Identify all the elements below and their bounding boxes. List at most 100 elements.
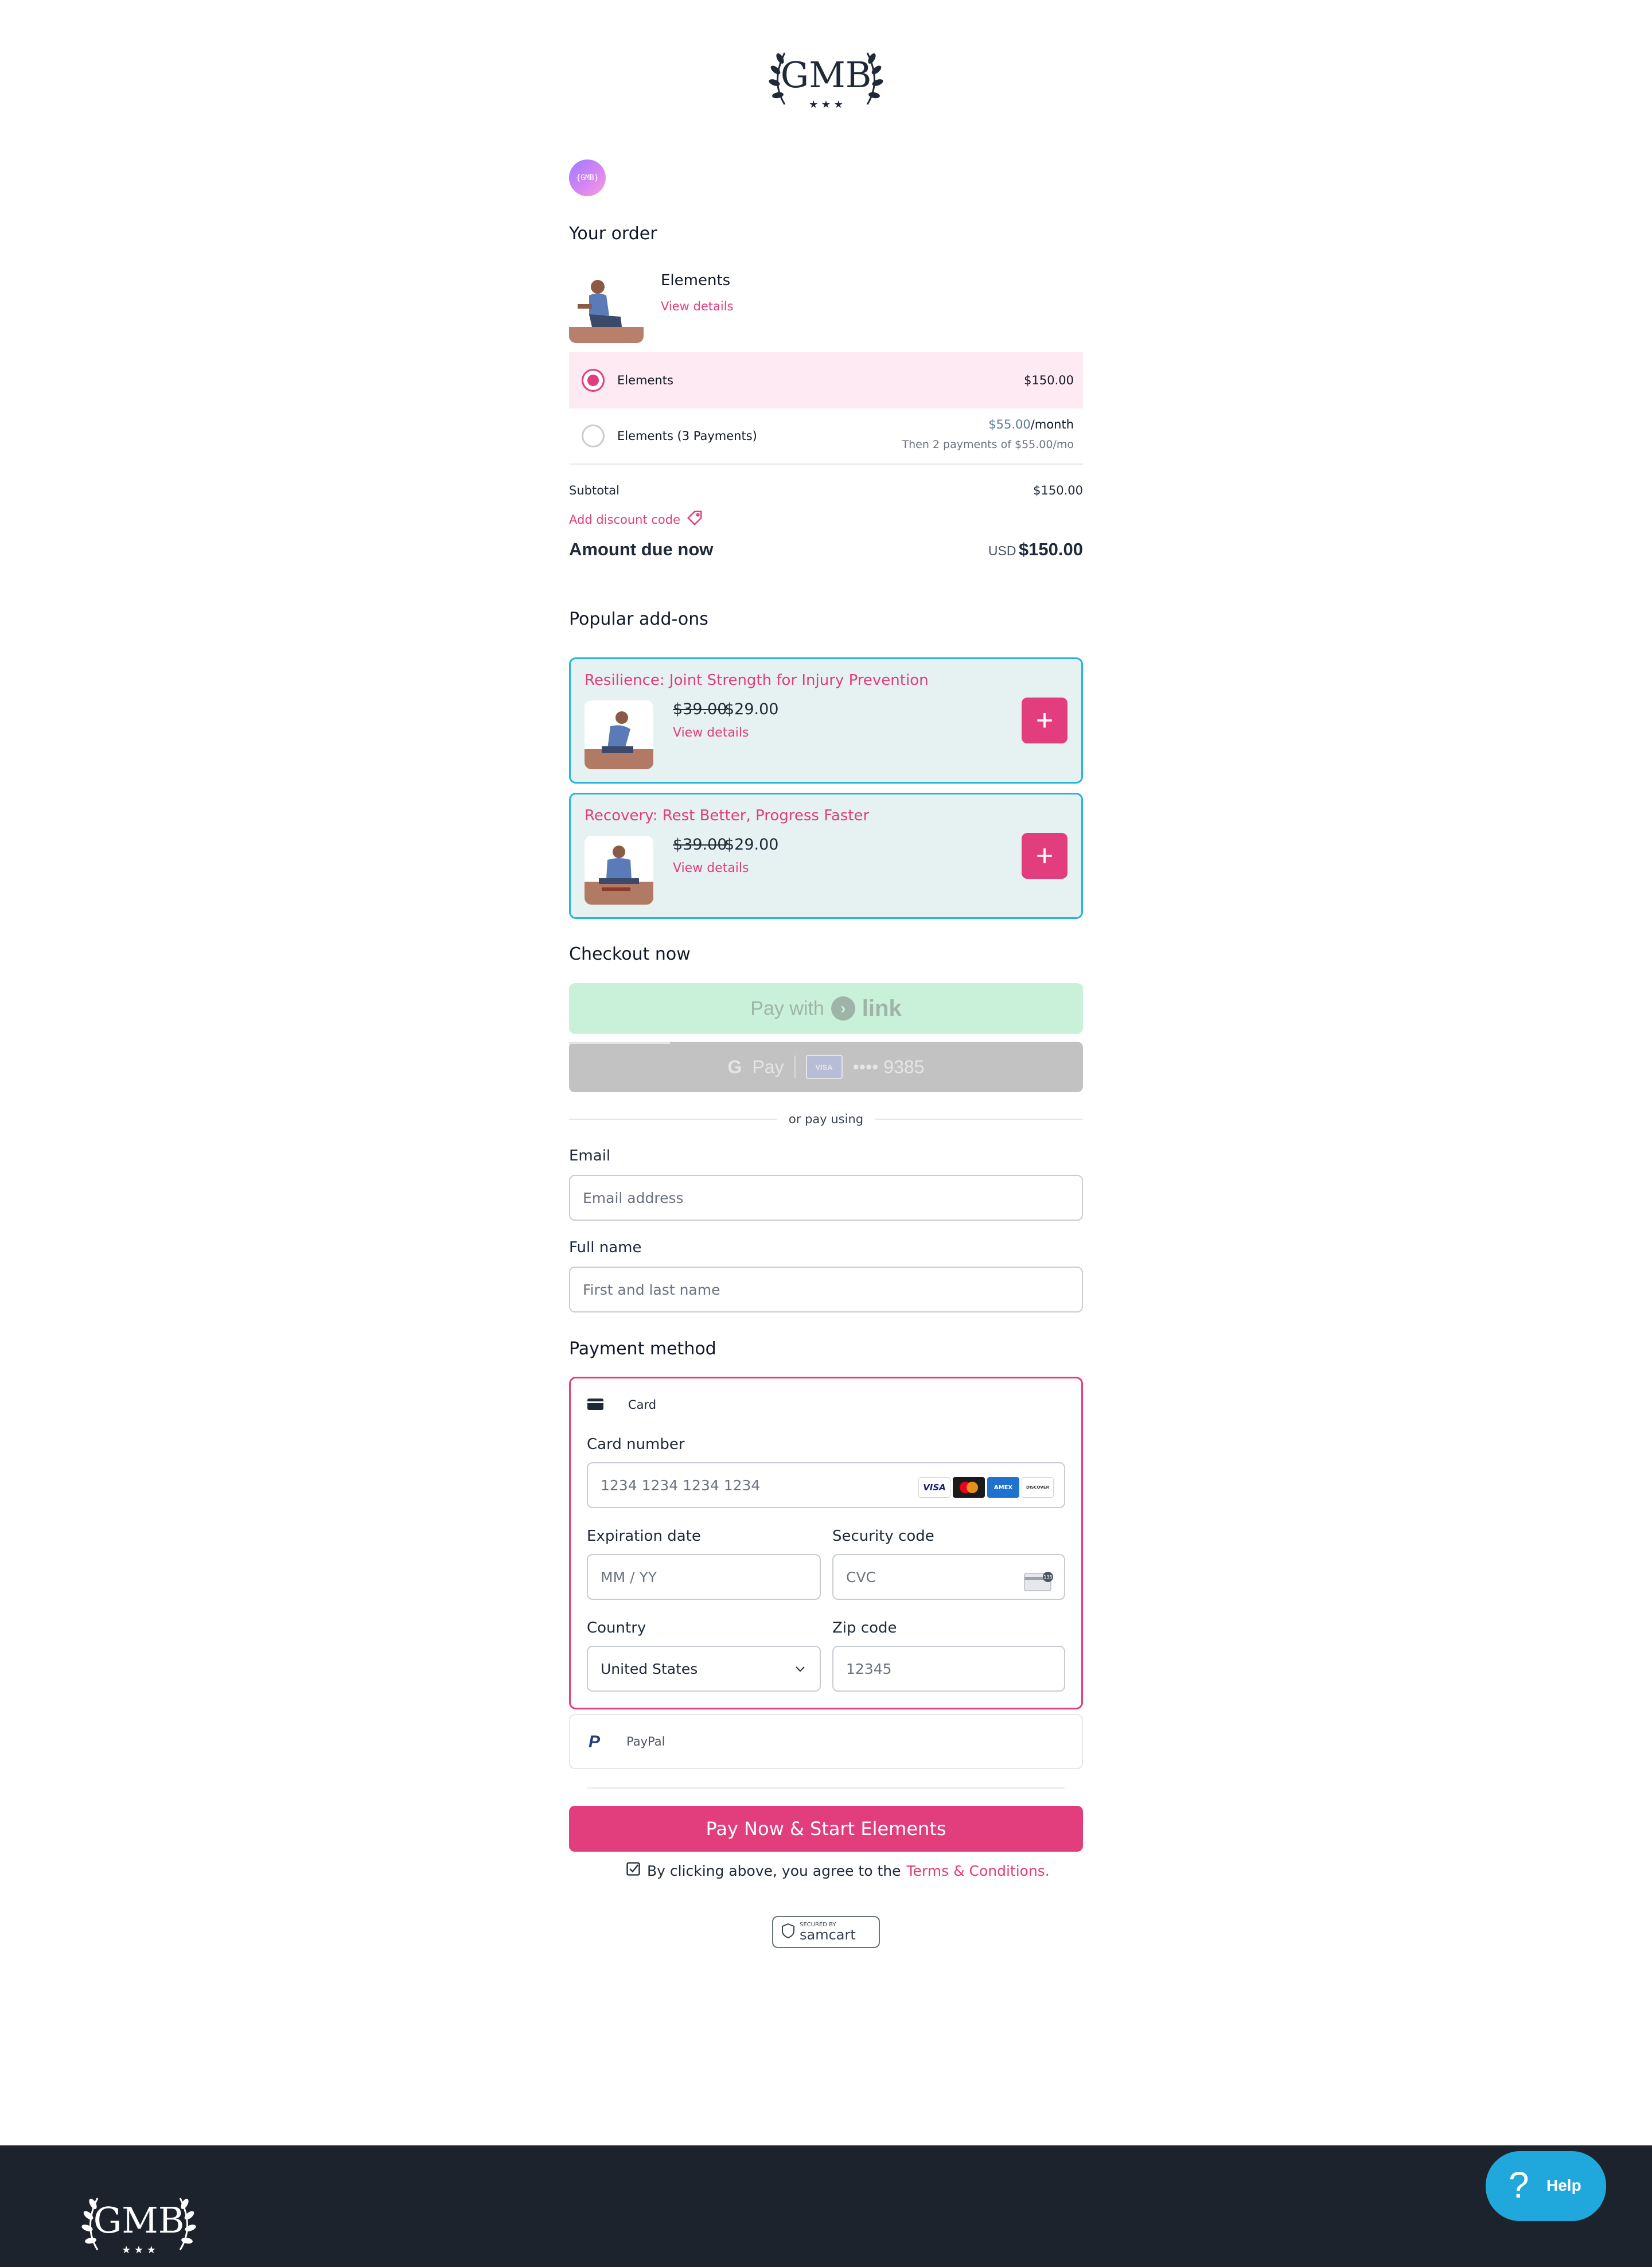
help-label: Help bbox=[1546, 2176, 1581, 2194]
option-price: $150.00 bbox=[1024, 373, 1074, 387]
card-number-label: Card number bbox=[587, 1436, 685, 1453]
loading-bar bbox=[569, 1042, 670, 1044]
or-pay-using-divider: or pay using bbox=[569, 1111, 1083, 1128]
full-name-input[interactable] bbox=[569, 1267, 1083, 1312]
mastercard-icon bbox=[953, 1477, 985, 1498]
zip-label: Zip code bbox=[832, 1619, 897, 1637]
checkbox-icon[interactable] bbox=[625, 1861, 641, 1880]
help-button[interactable]: ? Help bbox=[1486, 2151, 1606, 2221]
discount-label: Add discount code bbox=[569, 512, 681, 527]
payment-heading: Payment method bbox=[569, 1339, 716, 1359]
addon-title: Recovery: Rest Better, Progress Faster bbox=[585, 807, 870, 824]
add-discount-code[interactable]: Add discount code bbox=[569, 509, 703, 529]
subtotal-label: Subtotal bbox=[569, 484, 620, 497]
divider bbox=[587, 1787, 1065, 1789]
email-label: Email bbox=[569, 1147, 611, 1164]
svg-text:★ ★ ★: ★ ★ ★ bbox=[809, 99, 843, 111]
view-details-link[interactable]: View details bbox=[661, 299, 733, 313]
option-elements[interactable]: Elements $150.00 bbox=[569, 352, 1083, 408]
footer: GMB ★ ★ ★ bbox=[0, 2145, 1652, 2267]
currency-label: USD bbox=[988, 543, 1016, 558]
product-name: Elements bbox=[661, 272, 731, 289]
order-heading: Your order bbox=[569, 224, 657, 244]
option-label: Elements (3 Payments) bbox=[617, 429, 757, 443]
addon-view-details[interactable]: View details bbox=[673, 861, 749, 875]
full-name-label: Full name bbox=[569, 1239, 642, 1256]
footer-logo[interactable]: GMB ★ ★ ★ bbox=[80, 2187, 197, 2264]
visa-icon: VISA bbox=[918, 1477, 950, 1498]
option-price-amount: $55.00 bbox=[988, 418, 1031, 431]
svg-text:GMB: GMB bbox=[93, 2199, 185, 2241]
cvc-label: Security code bbox=[832, 1528, 934, 1545]
addons-heading: Popular add-ons bbox=[569, 609, 708, 629]
shield-icon bbox=[781, 1923, 795, 1941]
svg-text:★ ★ ★: ★ ★ ★ bbox=[122, 2244, 156, 2256]
link-prefix: Pay with bbox=[750, 997, 824, 1019]
radio-selected[interactable] bbox=[582, 369, 605, 392]
card-last-digits: •••• 9385 bbox=[852, 1056, 925, 1077]
radio-unselected[interactable] bbox=[582, 424, 605, 447]
option-sub: Then 2 payments of $55.00/mo bbox=[902, 438, 1074, 451]
gmb-logo[interactable]: GMB ★ ★ ★ bbox=[767, 41, 885, 116]
secured-by-samcart-badge: SECURED BY samcart bbox=[772, 1916, 880, 1948]
google-g-icon: G bbox=[727, 1056, 742, 1077]
product-image bbox=[569, 270, 644, 343]
country-value: United States bbox=[601, 1660, 698, 1677]
expiry-label: Expiration date bbox=[587, 1528, 701, 1545]
visa-card-icon: VISA bbox=[805, 1055, 843, 1079]
addon-image bbox=[585, 700, 653, 769]
terms-link[interactable]: Terms & Conditions. bbox=[907, 1863, 1050, 1879]
divider-bar bbox=[794, 1055, 796, 1078]
country-select[interactable]: United States bbox=[587, 1646, 821, 1692]
option-label: Elements bbox=[617, 373, 673, 387]
cvc-card-icon: 135 bbox=[1024, 1571, 1054, 1594]
amount-due-label: Amount due now bbox=[569, 539, 714, 559]
paypal-label: PayPal bbox=[626, 1735, 665, 1748]
addon-view-details[interactable]: View details bbox=[673, 726, 749, 740]
addon-image bbox=[585, 836, 653, 905]
card-payment-panel[interactable]: Card Card number VISA AMEX DISCOVER Expi… bbox=[569, 1377, 1083, 1709]
paypal-icon: P bbox=[589, 1732, 601, 1751]
card-icon bbox=[587, 1398, 604, 1413]
checkout-heading: Checkout now bbox=[569, 944, 691, 964]
addon-was-price: $39.00 bbox=[673, 700, 727, 718]
zip-input[interactable] bbox=[832, 1646, 1065, 1692]
discover-icon: DISCOVER bbox=[1022, 1477, 1054, 1498]
addon-title: Resilience: Joint Strength for Injury Pr… bbox=[585, 672, 929, 689]
terms-agreement: By clicking above, you agree to the Term… bbox=[625, 1861, 1050, 1880]
subtotal-value: $150.00 bbox=[1033, 484, 1083, 497]
agree-text: By clicking above, you agree to the bbox=[647, 1862, 901, 1879]
link-word: link bbox=[862, 995, 902, 1021]
amount-due: USD $150.00 bbox=[860, 539, 1083, 560]
option-price-period: /month bbox=[1030, 418, 1074, 431]
chevron-down-icon bbox=[793, 1662, 807, 1679]
email-input[interactable] bbox=[569, 1175, 1083, 1221]
add-addon-button[interactable]: + bbox=[1022, 833, 1067, 879]
svg-text:135: 135 bbox=[1043, 1575, 1052, 1580]
card-brand-icons: VISA AMEX DISCOVER bbox=[918, 1477, 1054, 1498]
gpay-label: Pay bbox=[752, 1056, 784, 1077]
card-tab-label: Card bbox=[628, 1398, 657, 1412]
addon-was-price: $39.00 bbox=[673, 836, 727, 854]
brand-avatar: {GMB} bbox=[569, 159, 606, 196]
option-elements-3-payments[interactable]: Elements (3 Payments) $55.00/month Then … bbox=[569, 408, 1083, 465]
badge-brand: samcart bbox=[800, 1927, 856, 1943]
amex-icon: AMEX bbox=[987, 1477, 1019, 1498]
amount-due-value: $150.00 bbox=[1018, 539, 1083, 559]
link-arrow-icon: › bbox=[831, 996, 855, 1020]
add-addon-button[interactable]: + bbox=[1022, 698, 1067, 743]
tag-icon bbox=[686, 509, 703, 529]
pay-with-link-button[interactable]: Pay with › link bbox=[569, 983, 1083, 1034]
google-pay-button[interactable]: G Pay VISA •••• 9385 bbox=[569, 1042, 1083, 1092]
expiry-input[interactable] bbox=[587, 1554, 821, 1600]
divider-text: or pay using bbox=[788, 1112, 864, 1126]
addon-card: Resilience: Joint Strength for Injury Pr… bbox=[569, 657, 1083, 784]
pay-now-button[interactable]: Pay Now & Start Elements bbox=[569, 1806, 1083, 1852]
addon-price: $29.00 bbox=[724, 836, 779, 854]
option-price: $55.00/month bbox=[988, 418, 1074, 431]
paypal-option[interactable]: P PayPal bbox=[569, 1714, 1083, 1769]
addon-price: $29.00 bbox=[724, 700, 779, 718]
country-label: Country bbox=[587, 1619, 646, 1637]
question-mark-icon: ? bbox=[1509, 2164, 1529, 2206]
svg-text:GMB: GMB bbox=[781, 54, 872, 96]
